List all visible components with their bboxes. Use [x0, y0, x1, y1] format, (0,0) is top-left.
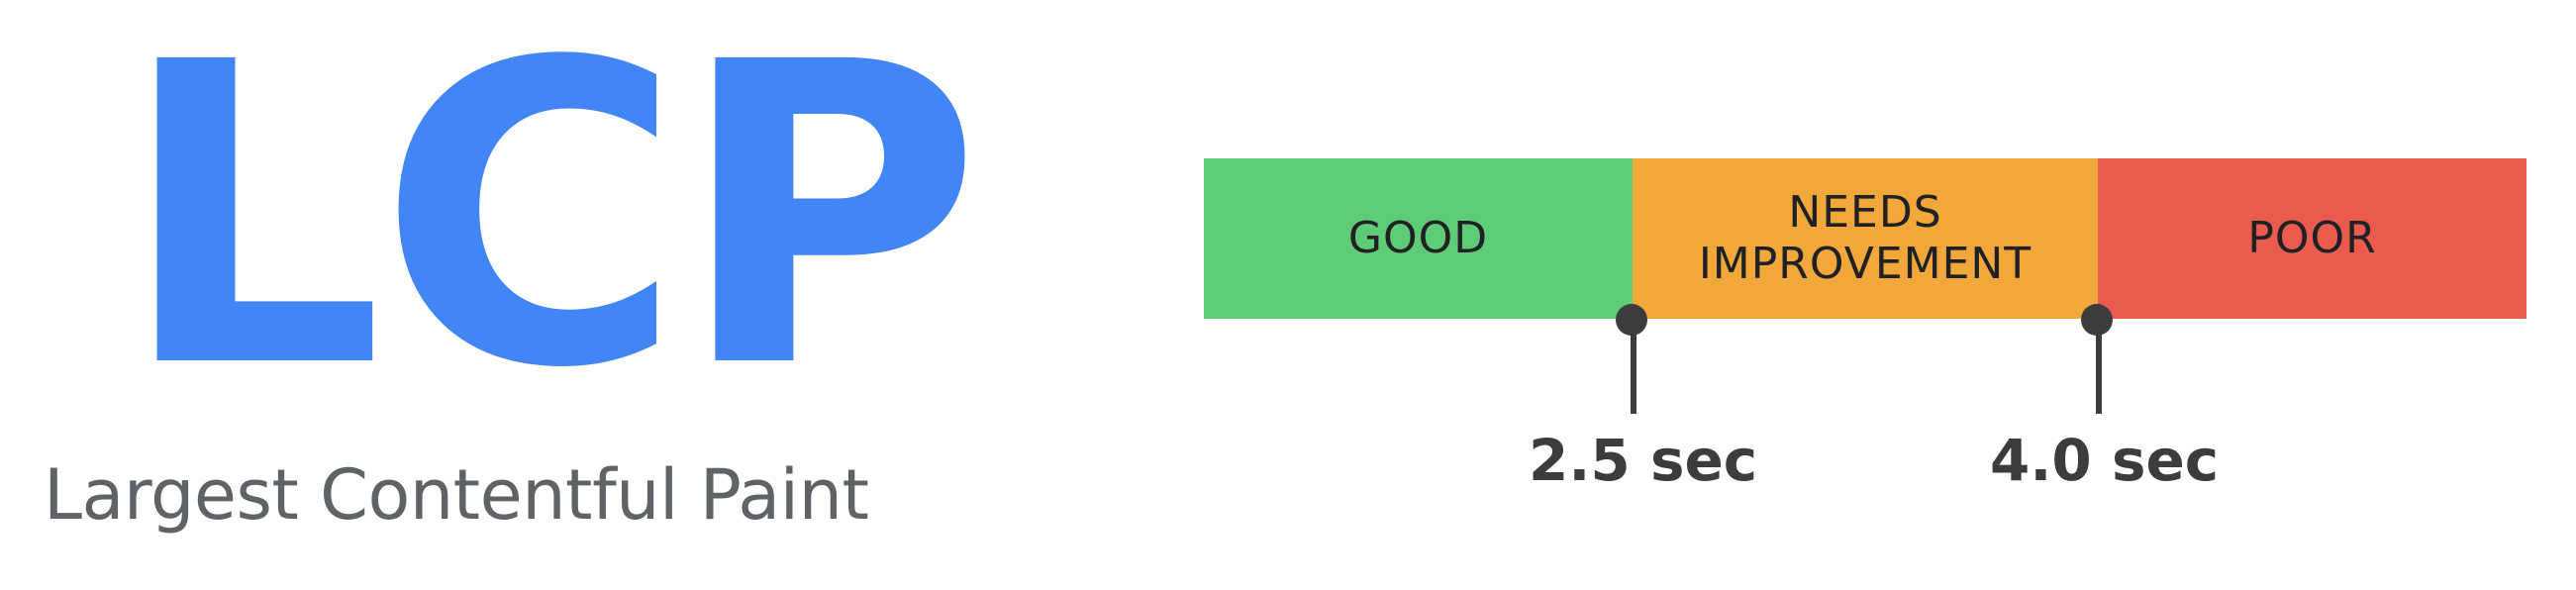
segment-needs-improvement-label: NEEDS IMPROVEMENT — [1698, 187, 2032, 289]
threshold-marker-poor — [2079, 304, 2119, 415]
segment-good-label: GOOD — [1347, 213, 1489, 263]
threshold-label-good: 2.5 sec — [1529, 427, 1758, 494]
threshold-marker-dot — [2081, 304, 2113, 336]
threshold-label-poor: 4.0 sec — [1990, 427, 2220, 494]
segment-poor-label: POOR — [2247, 213, 2377, 263]
metric-full-name: Largest Contentful Paint — [44, 454, 869, 536]
threshold-marker-good — [1614, 304, 1653, 415]
segment-needs-improvement: NEEDS IMPROVEMENT — [1633, 158, 2098, 319]
threshold-scale-bar: GOOD NEEDS IMPROVEMENT POOR — [1204, 158, 2526, 319]
segment-good: GOOD — [1204, 158, 1633, 319]
metric-acronym: LCP — [119, 0, 982, 459]
threshold-marker-dot — [1616, 304, 1647, 336]
segment-poor: POOR — [2098, 158, 2526, 319]
